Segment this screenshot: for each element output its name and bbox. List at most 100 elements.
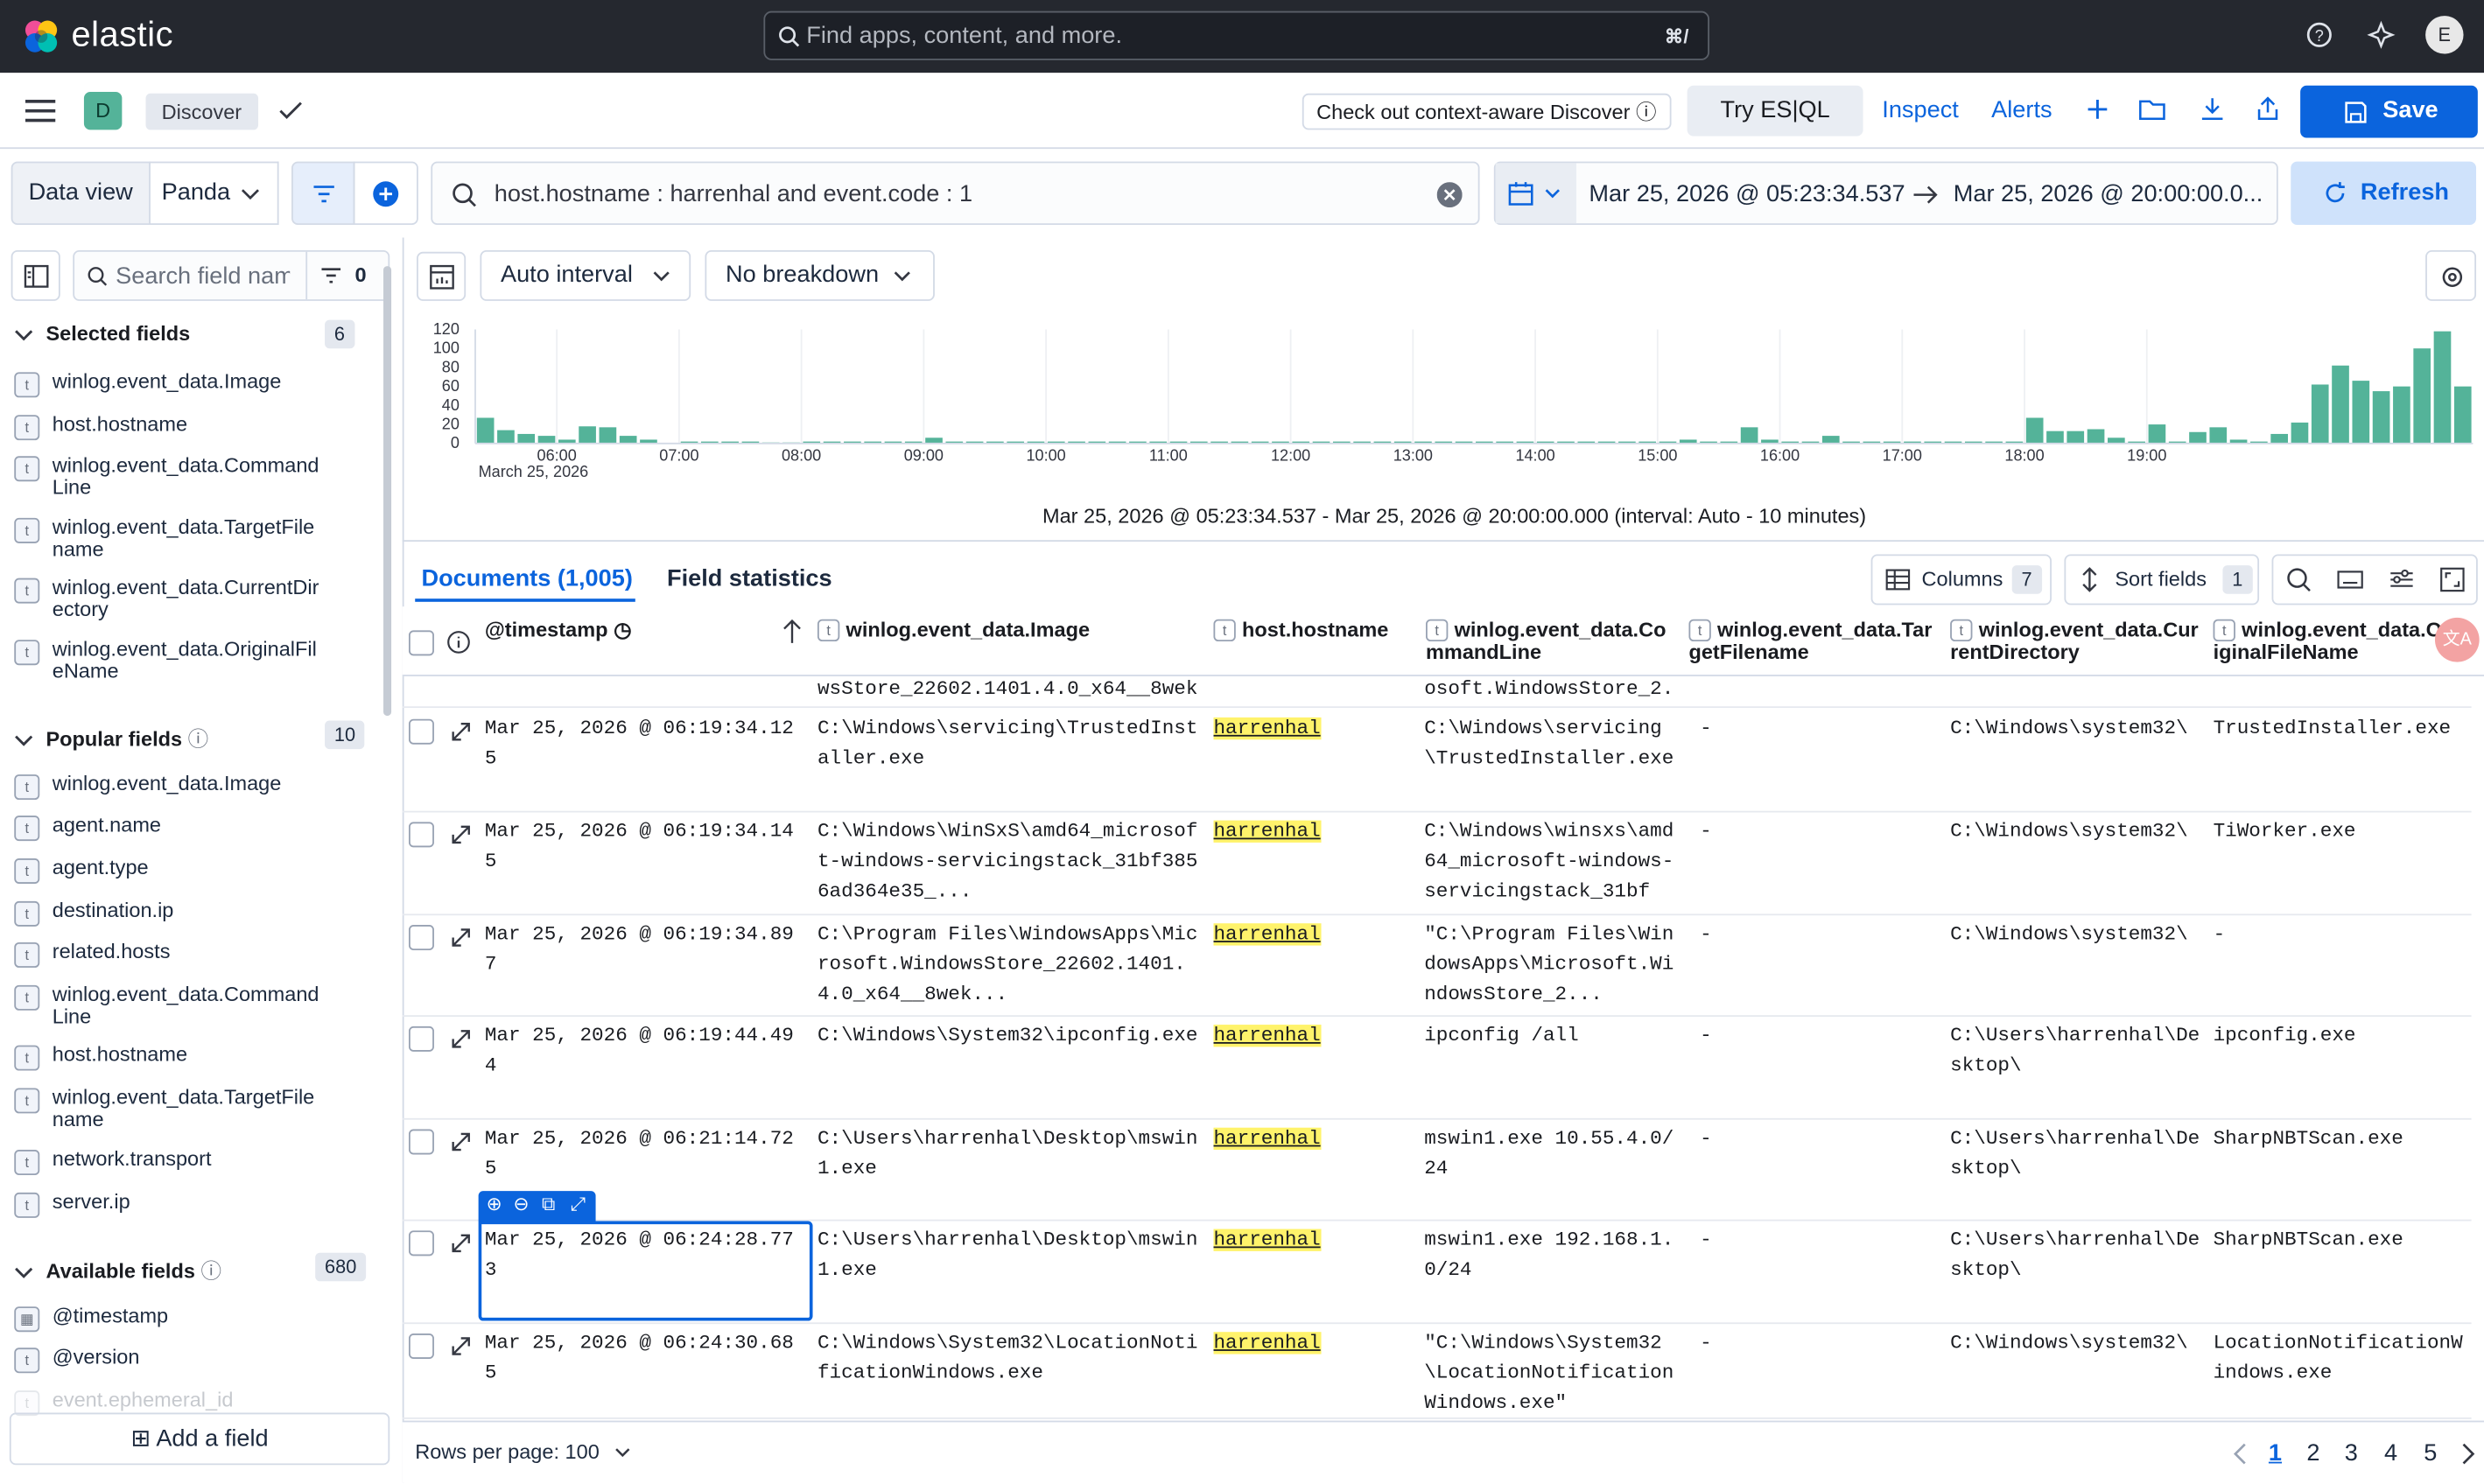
cell-target[interactable]: - <box>1700 1329 1938 1359</box>
table-row[interactable]: Mar 25, 2026 @ 06:19:34.125 C:\Windows\se… <box>402 710 2472 813</box>
histogram-bar[interactable] <box>2372 391 2390 444</box>
columns-button[interactable]: Columns 7 <box>1870 554 2052 606</box>
cell-curdir[interactable]: C:\Windows\system32\ <box>1950 817 2204 847</box>
breadcrumb-discover[interactable]: Discover <box>145 93 258 130</box>
cell-ts[interactable]: Mar 25, 2026 @ 06:21:14.725 <box>485 1124 802 1185</box>
cell-curdir[interactable]: C:\Users\harrenhal\Desktop\ <box>1950 1021 2204 1082</box>
cell-orig[interactable]: - <box>2214 920 2472 950</box>
chevron-right-icon[interactable] <box>2462 1443 2476 1465</box>
add-filter-button[interactable] <box>353 161 418 226</box>
expand-row-icon[interactable] <box>450 1130 472 1152</box>
histogram-bar[interactable] <box>2046 430 2064 444</box>
share-icon[interactable] <box>2255 95 2282 122</box>
cell-image[interactable]: C:\Windows\System32\ipconfig.exe <box>817 1021 1201 1051</box>
elastic-logo-icon[interactable] <box>21 16 62 57</box>
cell-orig[interactable]: SharpNBTScan.exe <box>2214 1124 2472 1154</box>
cell-host[interactable]: harrenhal <box>1213 1226 1387 1256</box>
keyboard-icon[interactable] <box>2337 569 2364 591</box>
cell-host[interactable]: harrenhal <box>1213 817 1387 847</box>
cell-host[interactable]: harrenhal <box>1213 920 1387 950</box>
cell-ts[interactable]: Mar 25, 2026 @ 06:19:34.125 <box>485 714 802 774</box>
rows-per-page-select[interactable]: Rows per page: 100 <box>415 1439 630 1463</box>
filter-in-icon[interactable]: ⊕ <box>487 1193 502 1214</box>
histogram-bar[interactable] <box>537 436 556 444</box>
column-header-timestamp[interactable]: @timestamp ◷ <box>485 619 802 641</box>
cell-host[interactable]: harrenhal <box>1213 1329 1387 1359</box>
row-checkbox[interactable] <box>408 925 434 950</box>
table-row[interactable]: Mar 25, 2026 @ 06:19:34.145 C:\Windows\Wi… <box>402 813 2472 916</box>
copy-icon[interactable]: ⧉ <box>542 1193 556 1216</box>
cell-target[interactable]: - <box>1700 1021 1938 1051</box>
help-icon[interactable]: ? <box>2305 21 2334 50</box>
info-icon[interactable]: ⓘ <box>195 1259 221 1283</box>
cell-ts[interactable]: Mar 25, 2026 @ 06:19:44.494 <box>485 1021 802 1082</box>
table-row[interactable]: Mar 25, 2026 @ 06:24:30.685 C:\Windows\Sy… <box>402 1324 2472 1419</box>
context-aware-discover-button[interactable]: Check out context-aware Discover ⓘ <box>1302 93 1671 130</box>
search-icon[interactable] <box>2286 567 2312 592</box>
histogram-bar[interactable] <box>2270 433 2288 444</box>
cell-orig[interactable]: LocationNotificationWindows.exe <box>2214 1329 2472 1390</box>
expand-row-icon[interactable] <box>450 721 472 743</box>
page-4-link[interactable]: 4 <box>2384 1439 2397 1466</box>
histogram-bar[interactable] <box>2311 384 2329 444</box>
filter-options-button[interactable] <box>291 161 355 226</box>
cell-cmd[interactable]: C:\Windows\winsxs\amd64_microsoft-window… <box>1424 817 1681 907</box>
histogram-bar[interactable] <box>476 417 495 444</box>
query-input[interactable]: host.hostname : harrenhal and event.code… <box>431 161 1480 226</box>
cell-orig[interactable]: TiWorker.exe <box>2214 817 2472 847</box>
cell-orig[interactable]: TrustedInstaller.exe <box>2214 714 2472 744</box>
cell-target[interactable]: - <box>1700 817 1938 847</box>
row-checkbox[interactable] <box>408 1334 434 1359</box>
column-header-hostname[interactable]: t host.hostname <box>1213 619 1411 642</box>
histogram-chart[interactable]: 120 10080 6040 200 06:00 07:00 08:00 09:00 10:00… <box>415 317 2478 491</box>
cell-cmd[interactable]: mswin1.exe 10.55.4.0/24 <box>1424 1124 1681 1185</box>
section-available-toggle[interactable]: Available fields ⓘ <box>14 1255 221 1284</box>
histogram-bar[interactable] <box>2433 331 2452 444</box>
histogram-bar[interactable] <box>2393 386 2410 444</box>
row-checkbox[interactable] <box>408 1129 434 1155</box>
sort-ascending-icon[interactable] <box>782 619 802 645</box>
column-header-targetfilename[interactable]: t winlog.event_data.TargetFilename <box>1688 619 1942 664</box>
histogram-bar[interactable] <box>2413 348 2431 444</box>
cell-curdir[interactable]: C:\Users\harrenhal\Desktop\ <box>1950 1226 2204 1286</box>
histogram-bar[interactable] <box>599 427 617 444</box>
field-search-input[interactable]: Search field names 0 <box>73 249 390 301</box>
histogram-bar[interactable] <box>579 426 596 444</box>
download-icon[interactable] <box>2199 95 2226 122</box>
cell-image[interactable]: wsStore_22602.1401.4.0_x64__8wek... <box>817 676 1201 705</box>
histogram-bar[interactable] <box>2332 365 2349 444</box>
histogram-bar[interactable] <box>925 438 943 444</box>
date-picker[interactable]: Mar 25, 2026 @ 05:23:34.537 Mar 25, 2026… <box>1493 161 2278 226</box>
cell-cmd[interactable]: ipconfig /all <box>1424 1021 1681 1051</box>
global-search-input[interactable]: Find apps, content, and more. ⌘/ <box>763 10 1709 60</box>
save-button[interactable]: Save <box>2300 85 2478 138</box>
field-type-filter-button[interactable]: 0 <box>305 251 388 300</box>
expand-row-icon[interactable] <box>450 1028 472 1050</box>
data-view-select[interactable]: Panda <box>149 161 279 226</box>
menu-icon[interactable] <box>25 98 56 123</box>
chevron-left-icon[interactable] <box>2232 1443 2246 1465</box>
tab-documents[interactable]: Documents (1,005) <box>421 565 632 592</box>
section-selected-toggle[interactable]: Selected fields <box>14 321 190 346</box>
add-field-button[interactable]: ⊞ Add a field <box>9 1412 390 1466</box>
cell-cmd[interactable]: "C:\Program Files\WindowsApps\Microsoft.… <box>1424 920 1681 1011</box>
cell-curdir[interactable]: C:\Windows\system32\ <box>1950 920 2204 950</box>
user-avatar[interactable]: E <box>2425 16 2464 54</box>
cell-curdir[interactable]: C:\Windows\system32\ <box>1950 1329 2204 1359</box>
cell-curdir[interactable]: C:\Users\harrenhal\Desktop\ <box>1950 1124 2204 1185</box>
cell-orig[interactable]: ipconfig.exe <box>2214 1021 2472 1051</box>
histogram-bar[interactable] <box>2291 422 2309 444</box>
histogram-bar[interactable] <box>2352 381 2370 444</box>
expand-row-icon[interactable] <box>450 927 472 948</box>
cell-image[interactable]: C:\Users\harrenhal\Desktop\mswin1.exe <box>817 1226 1201 1286</box>
column-header-image[interactable]: t winlog.event_data.Image <box>817 619 1197 642</box>
translate-badge-icon[interactable]: 文A <box>2434 617 2480 662</box>
clear-icon[interactable] <box>1436 182 1463 208</box>
cell-target[interactable]: - <box>1700 1124 1938 1154</box>
histogram-bar[interactable] <box>1821 436 1840 444</box>
histogram-bar[interactable] <box>2025 417 2044 444</box>
histogram-bar[interactable] <box>2453 386 2472 444</box>
histogram-bar[interactable] <box>497 430 515 444</box>
toggle-chart-button[interactable] <box>417 251 467 301</box>
info-icon[interactable]: ⓘ <box>182 727 209 751</box>
